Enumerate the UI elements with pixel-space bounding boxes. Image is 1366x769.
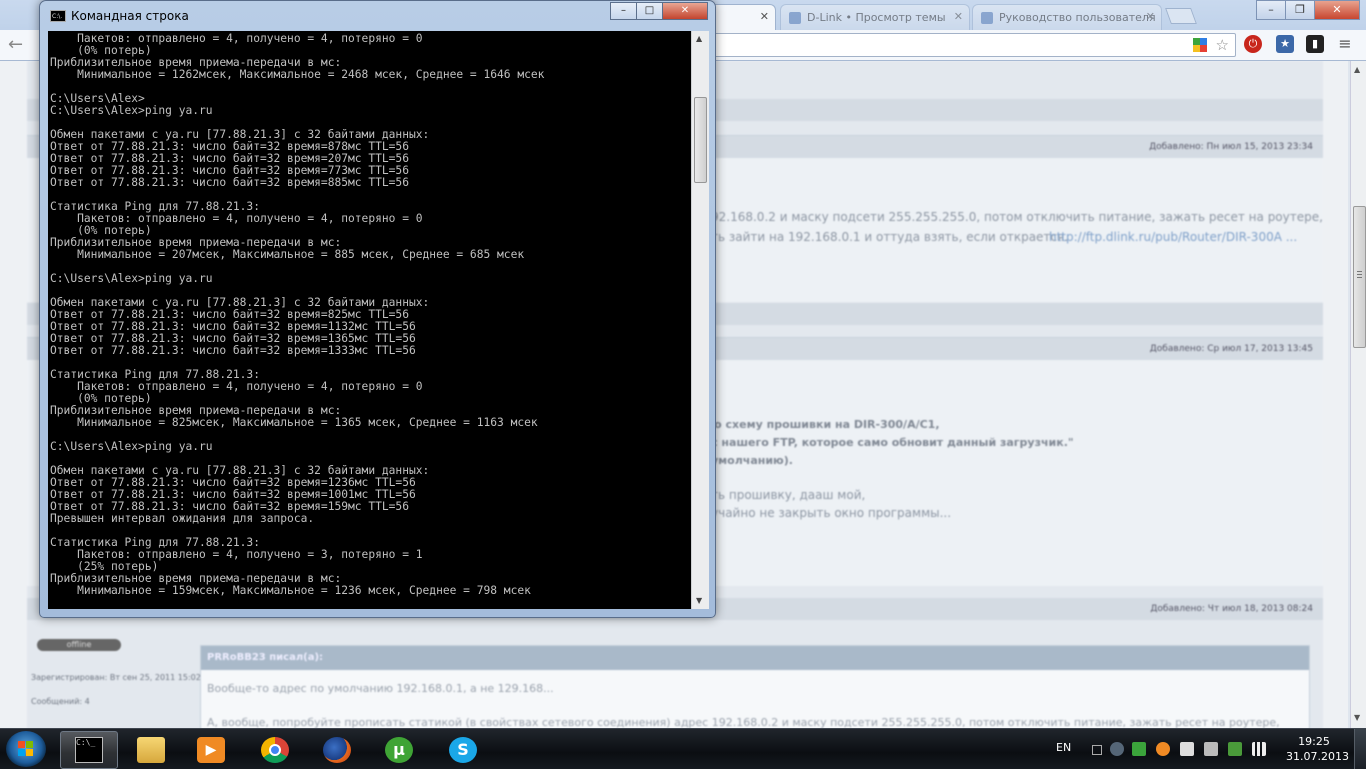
phone-extension-icon[interactable]: ▮ <box>1306 35 1324 53</box>
maximize-button[interactable]: □ <box>636 2 663 20</box>
signal-strength-icon[interactable] <box>1252 742 1266 756</box>
clock-time: 19:25 <box>1298 735 1330 748</box>
post-text: ю схему прошивки на DIR-300/A/C1, <box>711 418 940 431</box>
volume-icon[interactable] <box>1204 742 1218 756</box>
new-tab-button[interactable] <box>1165 8 1197 24</box>
skype-icon: S <box>449 737 477 763</box>
cmd-icon: C:\_ <box>75 737 103 763</box>
offline-status-badge: offline <box>37 639 121 651</box>
steam-icon[interactable] <box>1110 742 1124 756</box>
firefox-icon <box>323 737 351 763</box>
taskbar-explorer[interactable] <box>122 731 180 769</box>
post-text: с нашего FTP, которое само обновит данны… <box>711 436 1074 449</box>
maximize-button[interactable]: ❐ <box>1285 0 1315 20</box>
close-button[interactable]: ✕ <box>662 2 708 20</box>
cmd-icon: C:\. <box>50 10 66 22</box>
post-text: умолчанию). <box>711 454 793 467</box>
bookmark-star-icon[interactable]: ☆ <box>1216 36 1229 54</box>
browser-tab[interactable]: D-Link • Просмотр темы ✕ <box>780 4 970 30</box>
language-indicator[interactable]: EN <box>1056 741 1071 754</box>
translate-icon[interactable] <box>1193 38 1207 52</box>
console-scrollbar-thumb[interactable] <box>694 97 707 183</box>
browser-tab[interactable]: Руководство пользователя ✕ <box>972 4 1162 30</box>
quote-text: Вообще-то адрес по умолчанию 192.168.0.1… <box>207 682 554 695</box>
back-arrow-icon[interactable]: ← <box>8 34 23 55</box>
scroll-down-arrow-icon[interactable]: ▼ <box>696 596 702 605</box>
sync-icon[interactable] <box>1156 742 1170 756</box>
window-title: Командная строка <box>71 9 189 23</box>
clock-date: 31.07.2013 <box>1286 750 1349 763</box>
system-clock[interactable]: 19:25 31.07.2013 <box>1286 734 1349 764</box>
page-scrollbar-thumb[interactable] <box>1353 206 1366 348</box>
message-count: Сообщений: 4 <box>31 697 90 706</box>
post-text: ть прошивку, дааш мой, <box>711 488 866 502</box>
close-tab-icon[interactable]: ✕ <box>954 10 963 23</box>
minimize-button[interactable]: – <box>1256 0 1286 20</box>
console-scrollbar[interactable]: ▲ ▼ <box>691 31 709 609</box>
security-icon[interactable] <box>1132 742 1146 756</box>
command-prompt-window[interactable]: C:\. Командная строка – □ ✕ Пакетов: отп… <box>39 0 716 618</box>
close-tab-icon[interactable]: ✕ <box>1146 10 1155 23</box>
close-window-button[interactable]: ✕ <box>1314 0 1360 20</box>
show-hidden-icons-icon[interactable] <box>1092 745 1102 755</box>
post-text: учайно не закрыть окно программы... <box>711 506 952 520</box>
post-link[interactable]: http://ftp.dlink.ru/pub/Router/DIR-300A … <box>1049 230 1297 244</box>
console-output[interactable]: Пакетов: отправлено = 4, получено = 4, п… <box>48 31 691 609</box>
scroll-down-arrow-icon[interactable]: ▼ <box>1354 713 1360 722</box>
power-icon[interactable] <box>1228 742 1242 756</box>
scroll-up-arrow-icon[interactable]: ▲ <box>1354 65 1360 74</box>
post-text: ть зайти на 192.168.0.1 и оттуда взять, … <box>711 230 1069 244</box>
taskbar: C:\_ ▶ µ S EN 19:25 31.07.2013 <box>0 728 1366 769</box>
bookmark-extension-icon[interactable]: ★ <box>1276 35 1294 53</box>
cmd-window-controls: – □ ✕ <box>610 2 708 20</box>
close-tab-icon[interactable]: ✕ <box>760 10 769 23</box>
quote-block: PRRoBB23 писал(а): Вообще-то адрес по ум… <box>200 645 1310 729</box>
favicon-icon <box>981 12 993 24</box>
page-scrollbar[interactable]: ▲ ▼ <box>1350 61 1366 729</box>
adblock-icon[interactable]: ⏻ <box>1244 35 1262 53</box>
chrome-icon <box>261 737 289 763</box>
folder-icon <box>137 737 165 763</box>
taskbar-utorrent[interactable]: µ <box>370 731 428 769</box>
media-player-icon: ▶ <box>197 737 225 763</box>
taskbar-skype[interactable]: S <box>434 731 492 769</box>
utorrent-icon: µ <box>385 737 413 763</box>
start-button[interactable] <box>6 731 46 767</box>
taskbar-media-player[interactable]: ▶ <box>182 731 240 769</box>
minimize-button[interactable]: – <box>610 2 637 20</box>
windows-logo-icon <box>18 741 34 757</box>
scroll-up-arrow-icon[interactable]: ▲ <box>696 34 702 43</box>
registered-info: Зарегистрирован: Вт сен 25, 2011 15:02 <box>31 673 201 682</box>
console-text: Пакетов: отправлено = 4, получено = 4, п… <box>50 32 545 597</box>
favicon-icon <box>789 12 801 24</box>
menu-icon[interactable]: ≡ <box>1336 35 1354 53</box>
taskbar-chrome[interactable] <box>246 731 304 769</box>
network-error-icon[interactable] <box>1180 742 1194 756</box>
browser-window-controls: – ❐ ✕ <box>1256 0 1360 20</box>
show-desktop-button[interactable] <box>1354 729 1366 769</box>
quote-header: PRRoBB23 писал(а): <box>201 646 1309 670</box>
taskbar-firefox[interactable] <box>308 731 366 769</box>
post-text: 92.168.0.2 и маску подсети 255.255.255.0… <box>711 210 1323 224</box>
taskbar-cmd[interactable]: C:\_ <box>60 731 118 769</box>
